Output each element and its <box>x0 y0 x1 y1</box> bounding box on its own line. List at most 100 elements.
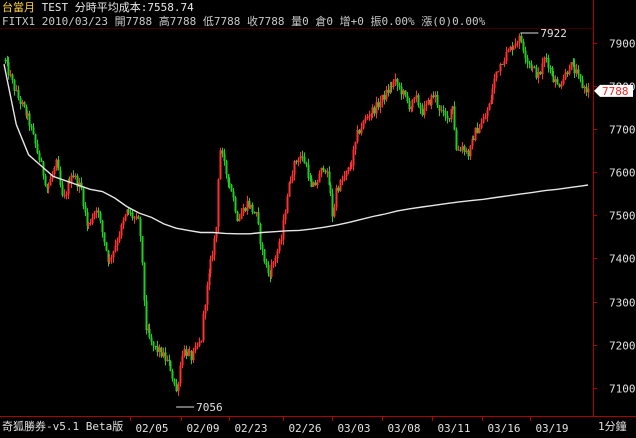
candle-body <box>482 119 485 123</box>
candle-body <box>366 116 369 119</box>
candle-body <box>32 127 35 135</box>
candle-body <box>47 185 50 189</box>
candle-body <box>518 35 521 44</box>
candle-body <box>339 180 342 191</box>
candle-body <box>280 239 283 242</box>
candle-body <box>137 216 140 219</box>
candle-body <box>438 105 441 111</box>
candle-body <box>129 212 132 214</box>
y-tick-label: 7300 <box>609 297 636 310</box>
candle-body <box>305 163 308 165</box>
candle-body <box>202 313 205 341</box>
candle-body <box>360 128 363 134</box>
account-label: TEST <box>41 1 69 14</box>
candle-body <box>316 182 319 186</box>
x-tick-label: 03/11 <box>437 422 470 435</box>
candle-body <box>267 265 270 274</box>
candle-body <box>265 261 268 266</box>
candle-body <box>333 207 336 217</box>
candle-body <box>36 143 39 153</box>
candle-body <box>152 341 155 346</box>
candle-body <box>274 258 277 262</box>
candle-body <box>533 66 536 68</box>
candle-body <box>535 67 538 78</box>
candle-body <box>293 161 296 175</box>
candle-body <box>491 88 494 100</box>
candle-body <box>131 212 134 219</box>
candle-body <box>213 238 216 256</box>
x-tick-label: 03/08 <box>387 422 420 435</box>
candle-body <box>558 84 561 87</box>
candle-body <box>276 251 279 259</box>
candle-body <box>234 197 237 212</box>
candle-body <box>411 99 414 108</box>
candle-body <box>465 150 468 152</box>
candle-body <box>118 235 121 242</box>
candle-body <box>110 257 113 259</box>
candle-body <box>244 207 247 211</box>
candle-body <box>329 184 332 194</box>
candle-body <box>312 182 315 187</box>
average-cost-line <box>3 63 589 235</box>
candle-body <box>474 127 477 140</box>
app-brand: 奇狐勝券-v5.1 Beta版 <box>2 420 124 433</box>
candle-body <box>272 261 275 265</box>
candle-body <box>476 127 479 134</box>
candle-body <box>259 223 262 245</box>
candle-body <box>556 79 559 85</box>
candle-body <box>103 232 106 243</box>
candle-body <box>430 95 433 105</box>
candle-body <box>150 337 153 342</box>
candle-body <box>324 170 327 173</box>
candle-body <box>299 156 302 160</box>
candle-body <box>63 195 66 197</box>
contract-code: FITX1 <box>2 15 36 28</box>
candle-body <box>587 88 590 93</box>
bar-amplitude: 振0.00% <box>370 15 415 28</box>
candle-body <box>394 78 397 82</box>
candle-body <box>442 110 445 112</box>
candle-body <box>194 346 197 351</box>
candle-body <box>446 115 449 119</box>
candle-body <box>179 365 182 384</box>
candle-body <box>173 378 176 385</box>
candle-body <box>539 72 542 75</box>
candle-body <box>545 57 548 59</box>
candle-body <box>141 236 144 263</box>
candle-body <box>112 251 115 258</box>
candle-body <box>185 349 188 356</box>
candle-body <box>238 218 241 222</box>
candle-body <box>263 249 266 262</box>
candle-body <box>377 102 380 108</box>
candle-body <box>408 100 411 110</box>
candle-body <box>30 125 33 128</box>
candle-body <box>552 75 555 83</box>
candle-body <box>554 79 557 83</box>
x-tick-label: 02/26 <box>288 422 321 435</box>
candle-body <box>320 167 323 174</box>
candle-body <box>371 107 374 114</box>
candle-body <box>501 63 504 65</box>
candle-body <box>108 258 111 262</box>
candle-body <box>148 328 151 338</box>
candle-body <box>154 345 157 347</box>
candle-body <box>101 220 104 233</box>
candle-body <box>139 218 142 237</box>
period-selector[interactable]: 1分鐘 <box>598 420 627 434</box>
y-tick-label: 7600 <box>609 167 636 180</box>
candle-body <box>145 300 148 331</box>
candle-body <box>392 81 395 87</box>
candle-body <box>484 116 487 120</box>
candle-body <box>217 179 220 227</box>
candle-body <box>385 89 388 100</box>
candle-body <box>175 384 178 392</box>
candle-body <box>120 225 123 236</box>
candle-body <box>463 146 466 152</box>
price-chart[interactable]: 71007200730074007500760077007800790002/0… <box>0 0 636 438</box>
candle-body <box>55 159 58 168</box>
candle-body <box>516 43 519 45</box>
candle-body <box>541 63 544 75</box>
candle-body <box>95 210 98 213</box>
candle-body <box>341 180 344 182</box>
candle-body <box>236 211 239 222</box>
